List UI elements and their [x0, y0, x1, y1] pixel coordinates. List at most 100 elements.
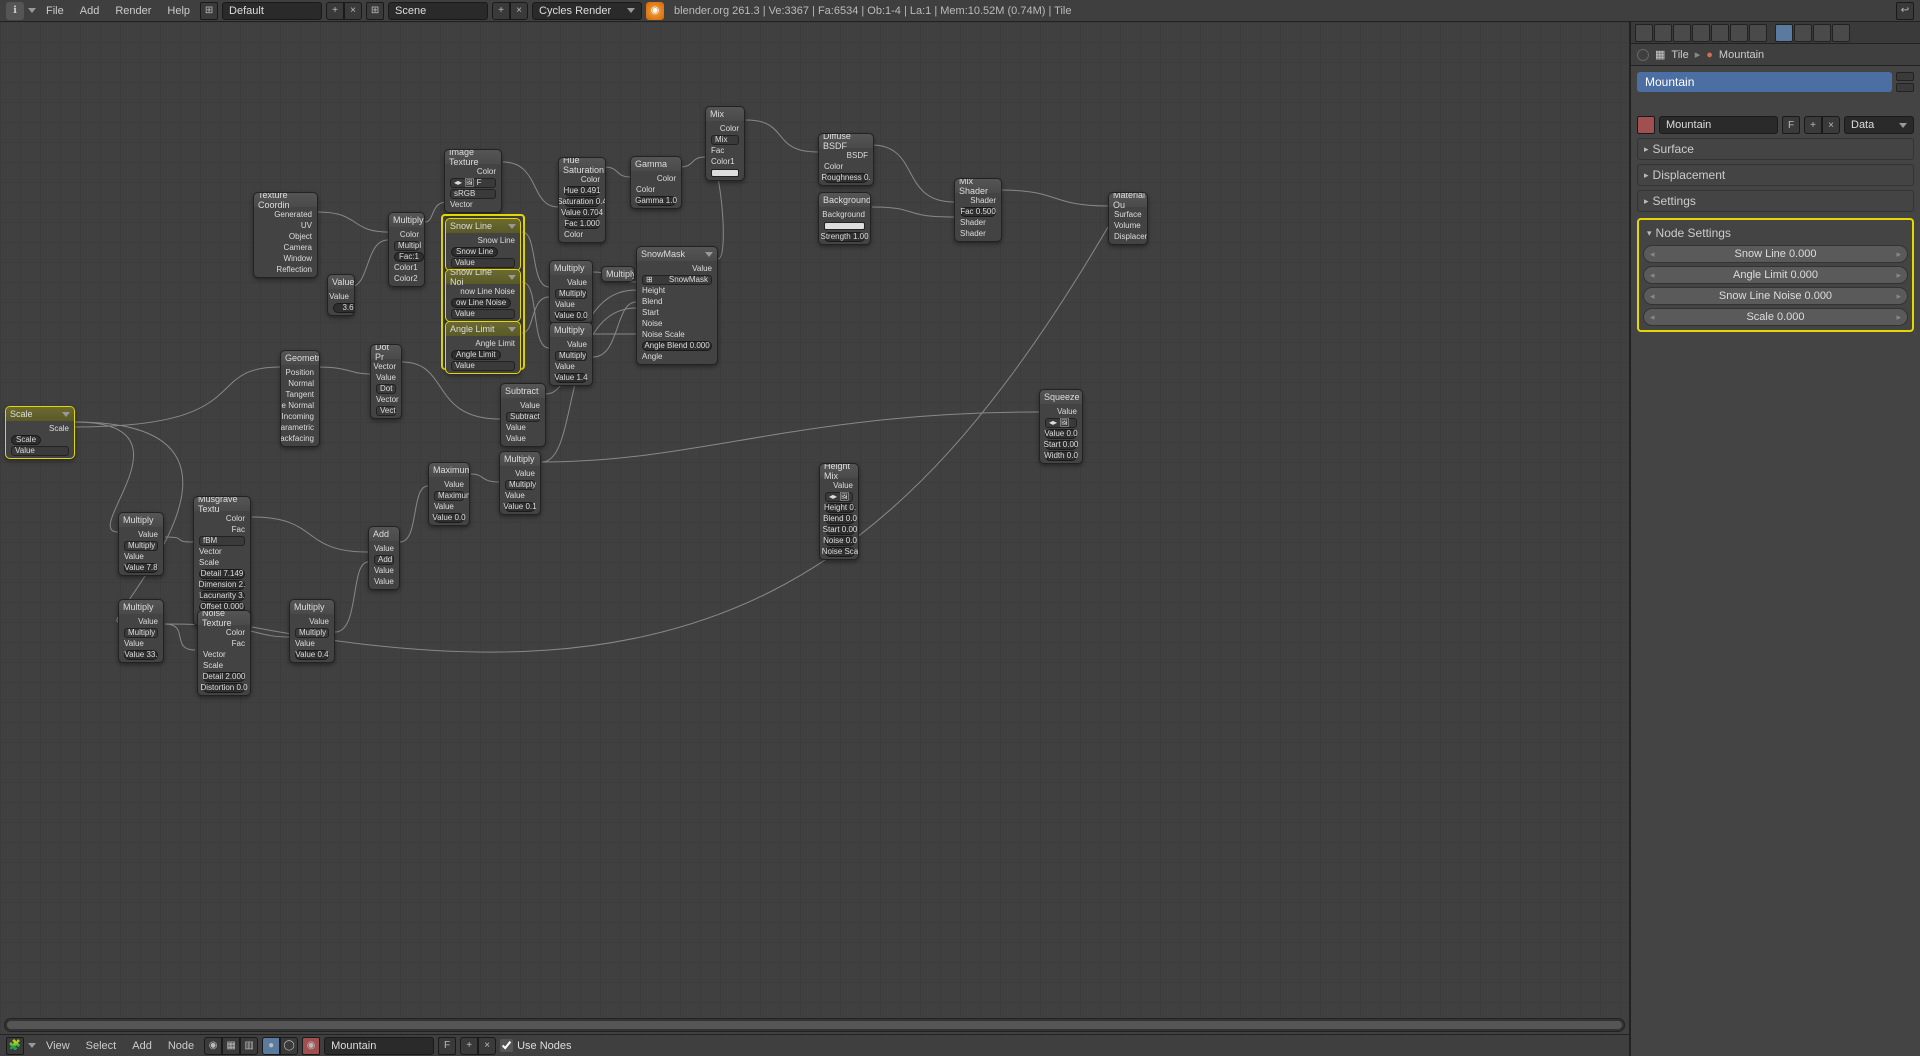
scene-del-button[interactable]: ×	[510, 2, 528, 20]
node-group-squeeze[interactable]: Squeeze Value ◂▸ 🖼 Value 0.0 Start 0.00 …	[1039, 389, 1083, 464]
node-math-multiply-f[interactable]: Multiply Value Multiply Value Value 0.4	[289, 599, 335, 663]
node-gamma[interactable]: Gamma Color Color Gamma 1.0	[630, 156, 682, 209]
screen-browse-icon[interactable]: ⊞	[200, 2, 218, 20]
node-mixrgb-multiply[interactable]: Multiply Color Multipl Fac:1 Color1 Colo…	[388, 212, 425, 287]
tab-world-icon[interactable]	[1673, 24, 1691, 42]
material-add-button[interactable]: +	[460, 1037, 478, 1055]
info-icon[interactable]: ℹ	[6, 2, 24, 20]
node-musgrave-texture[interactable]: Musgrave Textu Color Fac fBM Vector Scal…	[193, 496, 251, 626]
node-dropdown[interactable]: Value	[11, 446, 69, 456]
node-value-field[interactable]: 3.6	[333, 303, 355, 313]
section-surface[interactable]: Surface	[1637, 138, 1914, 160]
color-swatch[interactable]	[824, 222, 865, 230]
material-browse-icon[interactable]	[1637, 116, 1655, 134]
node-dropdown[interactable]: Multiply	[124, 628, 158, 638]
dropdown-icon[interactable]	[28, 1040, 36, 1051]
node-math-multiply-c[interactable]: Multiply	[601, 266, 635, 282]
menu-render[interactable]: Render	[109, 3, 157, 19]
node-snow-line-noise[interactable]: Snow Line Noi now Line Noise ow Line Noi…	[445, 269, 521, 322]
horizontal-scrollbar[interactable]	[4, 1018, 1625, 1032]
tab-data-icon[interactable]	[1749, 24, 1767, 42]
slider-snow-line-noise[interactable]: Snow Line Noise 0.000	[1643, 287, 1908, 305]
node-dropdown[interactable]: Multiply	[124, 541, 158, 551]
use-nodes-checkbox[interactable]: Use Nodes	[500, 1039, 571, 1052]
node-settings-title[interactable]: Node Settings	[1643, 224, 1908, 242]
menu-help[interactable]: Help	[161, 3, 196, 19]
crumb-material[interactable]: Mountain	[1719, 49, 1764, 61]
node-image-texture[interactable]: Image Texture Color ◂▸ 🖼 F sRGB Vector	[444, 149, 502, 213]
node-math-multiply-e[interactable]: Multiply Value Multiply Value Value 33.	[118, 599, 164, 663]
node-math-add[interactable]: Add Value Add Value Value	[368, 526, 400, 590]
fake-user-button[interactable]: F	[438, 1037, 456, 1055]
tab-physics-icon[interactable]	[1832, 24, 1850, 42]
node-snow-line[interactable]: Snow Line Snow Line Snow Line Value	[445, 218, 521, 271]
node-dropdown[interactable]: sRGB	[450, 189, 496, 199]
node-input[interactable]: Scale	[11, 435, 41, 445]
section-displacement[interactable]: Displacement	[1637, 164, 1914, 186]
section-settings[interactable]: Settings	[1637, 190, 1914, 212]
material-unlink-button[interactable]: ×	[1822, 116, 1840, 134]
node-material-output[interactable]: Material Ou Surface Volume Displacemen	[1108, 192, 1148, 245]
node-math-subtract[interactable]: Subtract Value Subtract Value Value	[500, 383, 546, 447]
node-math-maximum[interactable]: Maximum Value Maximum Value Value 0.0	[428, 462, 470, 526]
menu-add-bottom[interactable]: Add	[126, 1038, 158, 1054]
node-background[interactable]: Background Background Strength 1.00	[818, 192, 871, 245]
slider-snow-line[interactable]: Snow Line 0.000	[1643, 245, 1908, 263]
texture-tree-button[interactable]: ▥	[240, 1037, 258, 1055]
tab-modifiers-icon[interactable]	[1730, 24, 1748, 42]
screen-layout-field[interactable]: Default	[222, 2, 322, 20]
material-browse-icon[interactable]: ◉	[302, 1037, 320, 1055]
node-scale[interactable]: Scale Scale Scale Value	[5, 406, 75, 459]
tab-particles-icon[interactable]	[1813, 24, 1831, 42]
scene-add-button[interactable]: +	[492, 2, 510, 20]
material-name-field[interactable]: Mountain	[324, 1037, 434, 1055]
node-dropdown[interactable]: Multipl	[394, 241, 419, 251]
tab-scene-icon[interactable]	[1654, 24, 1672, 42]
menu-view[interactable]: View	[40, 1038, 76, 1054]
node-texture-coordinate[interactable]: Texture Coordin Generated UV Object Came…	[253, 192, 318, 278]
menu-add[interactable]: Add	[74, 3, 106, 19]
node-dropdown[interactable]: Mix	[711, 135, 739, 145]
material-name-input[interactable]: Mountain	[1659, 116, 1778, 134]
node-group-snowmask[interactable]: SnowMask Value ⊞SnowMask Height Blend St…	[636, 246, 718, 365]
render-engine-dropdown[interactable]: Cycles Render	[532, 2, 642, 20]
world-type-button[interactable]: ◯	[280, 1037, 298, 1055]
image-browse-buttons[interactable]: ◂▸ 🖼 F	[450, 178, 496, 188]
scene-browse-icon[interactable]: ⊞	[366, 2, 384, 20]
tab-render-icon[interactable]	[1635, 24, 1653, 42]
node-mix[interactable]: Mix Color Mix Fac Color1	[705, 106, 745, 181]
crumb-object[interactable]: Tile	[1671, 49, 1688, 61]
material-type-button[interactable]: ●	[262, 1037, 280, 1055]
dropdown-icon[interactable]	[28, 5, 36, 16]
node-dropdown[interactable]: Subtract	[506, 412, 540, 422]
node-editor-area[interactable]: Scale Scale Scale Value Texture Coordin …	[0, 22, 1630, 1056]
back-to-previous-button[interactable]: ↩	[1896, 2, 1914, 20]
node-noise-texture[interactable]: Noise Texture Color Fac Vector Scale Det…	[197, 610, 251, 696]
scene-field[interactable]: Scene	[388, 2, 488, 20]
menu-select[interactable]: Select	[80, 1038, 123, 1054]
node-dropdown[interactable]: Value	[451, 361, 515, 371]
fake-user-button[interactable]: F	[1782, 116, 1800, 134]
node-dropdown[interactable]: Multiply	[555, 351, 587, 361]
node-dropdown[interactable]: Add	[374, 555, 394, 565]
node-hue-saturation[interactable]: Hue Saturation Color Hue 0.491 Saturatio…	[558, 157, 606, 243]
node-diffuse-bsdf[interactable]: Diffuse BSDF BSDF Color Roughness 0.	[818, 133, 874, 186]
node-dropdown[interactable]: Dot	[376, 384, 396, 394]
slider-scale[interactable]: Scale 0.000	[1643, 308, 1908, 326]
node-angle-limit[interactable]: Angle Limit Angle Limit Angle Limit Valu…	[445, 321, 521, 374]
tab-material-icon[interactable]	[1775, 24, 1793, 42]
node-math-multiply-d[interactable]: Multiply Value Multiply Value Value 7.8	[118, 512, 164, 576]
node-dropdown[interactable]: Value	[451, 258, 515, 268]
pin-icon[interactable]	[1637, 49, 1649, 61]
slider-angle-limit[interactable]: Angle Limit 0.000	[1643, 266, 1908, 284]
node-dot-product[interactable]: Dot Pr Vector Value Dot Vector Vect	[370, 344, 402, 419]
node-mix-shader[interactable]: Mix Shader Shader Fac 0.500 Shader Shade…	[954, 178, 1002, 242]
node-dropdown[interactable]: Value	[451, 309, 515, 319]
material-slot-selected[interactable]: Mountain	[1637, 72, 1892, 92]
material-new-button[interactable]: +	[1804, 116, 1822, 134]
compositor-tree-button[interactable]: ▦	[222, 1037, 240, 1055]
node-math-multiply-a[interactable]: Multiply Value Multiply Value Value 0.0	[549, 260, 593, 324]
node-dropdown[interactable]: Multiply	[295, 628, 329, 638]
node-group-heightmix[interactable]: Height Mix Value ◂▸ 🖼 Height 0. Blend 0.…	[819, 463, 859, 560]
menu-file[interactable]: File	[40, 3, 70, 19]
